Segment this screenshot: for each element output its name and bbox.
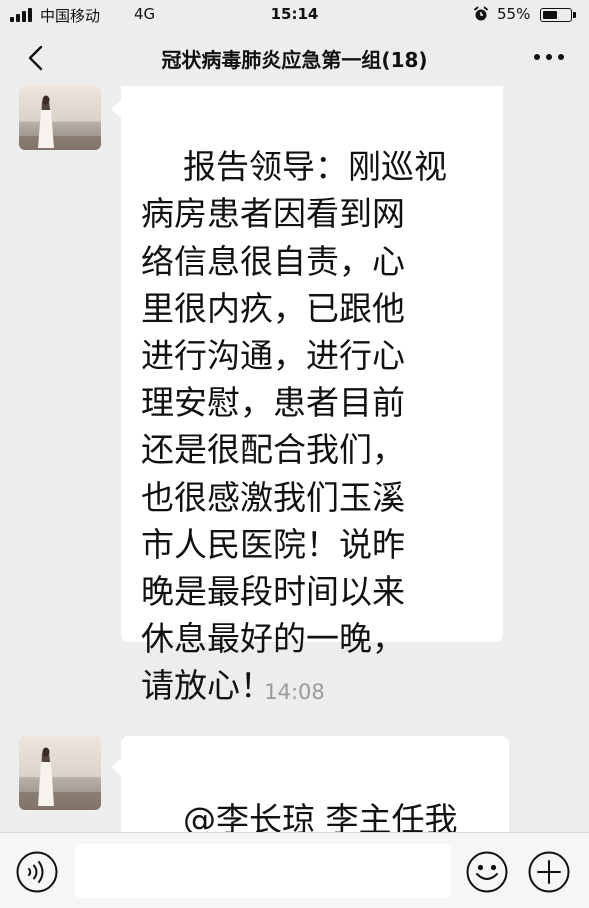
message-bubble[interactable]: 报告领导：刚巡视 病房患者因看到网 络信息很自责，心 里很内疚，已跟他 进行沟通… [111,86,503,705]
status-bar: 中国移动 4G 15:14 55% [0,0,589,30]
back-icon[interactable] [18,40,54,76]
input-bar [0,832,589,908]
nav-bar: 冠状病毒肺炎应急第一组(18) [0,30,589,86]
message-input[interactable] [75,844,451,898]
emoji-icon[interactable] [465,850,509,894]
message-text: 报告领导：刚巡视 病房患者因看到网 络信息很自责，心 里很内疚，已跟他 进行沟通… [141,147,447,706]
alarm-icon [474,6,488,21]
more-dots-icon[interactable] [529,42,569,72]
plus-icon[interactable] [527,850,571,894]
avatar[interactable] [19,736,101,810]
message-timestamp: 14:08 [264,680,325,704]
avatar[interactable] [19,86,101,150]
message-bubble[interactable]: @李长琼 李主任我 们这个医护组有心 [111,736,509,832]
battery-percent: 55% [497,5,531,23]
voice-icon[interactable] [15,850,59,894]
chat-area[interactable]: 报告领导：刚巡视 病房患者因看到网 络信息很自责，心 里很内疚，已跟他 进行沟通… [0,86,589,832]
message-text: @李长琼 李主任我 们这个医护组有心 [182,800,458,832]
chat-title: 冠状病毒肺炎应急第一组(18) [161,48,428,72]
battery-icon [540,8,576,22]
